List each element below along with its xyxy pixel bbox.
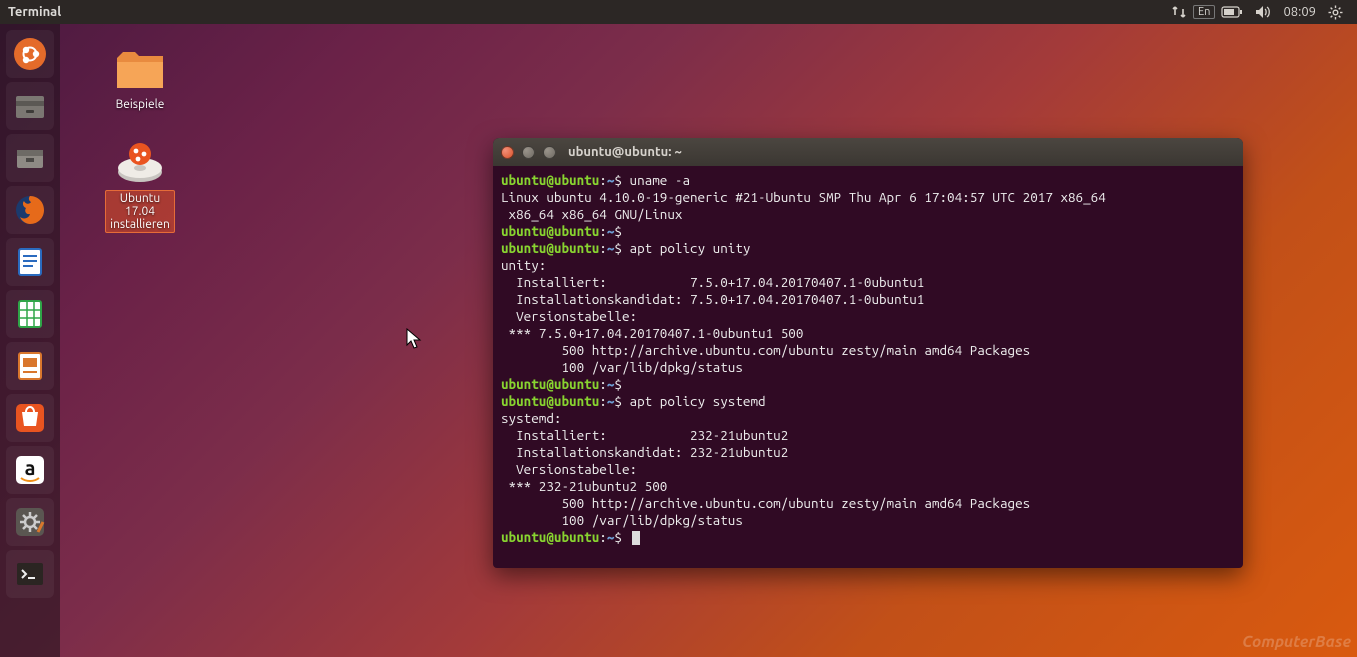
launcher-software[interactable] [6,394,54,442]
gear-icon[interactable] [1322,5,1349,20]
desktop-icon-examples[interactable]: Beispiele [85,48,195,111]
close-icon[interactable] [501,146,514,159]
launcher-settings[interactable] [6,498,54,546]
terminal-title: ubuntu@ubuntu: ~ [568,145,682,159]
network-icon[interactable] [1165,5,1193,19]
language-indicator[interactable]: En [1193,5,1215,19]
launcher-dash[interactable] [6,30,54,78]
desktop-icon-installer[interactable]: Ubuntu 17.04 installieren [85,140,195,233]
launcher-writer[interactable] [6,238,54,286]
launcher-calc[interactable] [6,290,54,338]
terminal-body[interactable]: ubuntu@ubuntu:~$ uname -aLinux ubuntu 4.… [493,166,1243,568]
terminal-window: ubuntu@ubuntu: ~ ubuntu@ubuntu:~$ uname … [493,138,1243,568]
launcher-files[interactable] [6,82,54,130]
launcher-archive[interactable] [6,134,54,182]
desktop-icon-label: Beispiele [116,98,165,111]
active-app-title: Terminal [8,5,61,19]
minimize-icon[interactable] [522,146,535,159]
desktop-icon-label: Ubuntu 17.04 installieren [105,190,175,233]
terminal-titlebar[interactable]: ubuntu@ubuntu: ~ [493,138,1243,166]
sound-icon[interactable] [1249,5,1277,19]
launcher-impress[interactable] [6,342,54,390]
launcher-firefox[interactable] [6,186,54,234]
maximize-icon[interactable] [543,146,556,159]
svg-text:a: a [25,456,36,479]
launcher: a [0,24,60,657]
clock[interactable]: 08:09 [1277,5,1322,19]
battery-icon[interactable] [1215,6,1249,18]
cursor-icon [406,328,422,354]
launcher-amazon[interactable]: a [6,446,54,494]
disc-icon [114,140,166,186]
launcher-terminal[interactable] [6,550,54,598]
watermark: ComputerBase [1242,633,1351,651]
top-panel: Terminal En 08:09 [0,0,1357,24]
folder-icon [114,48,166,94]
